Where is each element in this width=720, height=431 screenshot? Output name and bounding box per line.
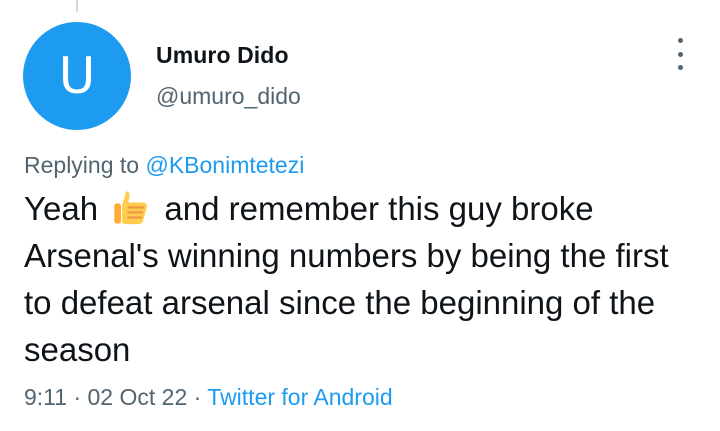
meta-separator: · — [73, 384, 82, 410]
tweet-date[interactable]: 02 Oct 22 — [88, 384, 188, 410]
replying-prefix: Replying to — [24, 152, 140, 178]
replying-to-line: Replying to @KBonimtetezi — [24, 152, 304, 179]
tweet-source-link[interactable]: Twitter for Android — [207, 384, 392, 410]
thumbs-up-emoji-icon — [114, 191, 148, 225]
meta-separator: · — [193, 384, 202, 410]
tweet-meta: 9:11 · 02 Oct 22 · Twitter for Android — [24, 384, 393, 411]
avatar-letter: U — [58, 47, 96, 105]
thread-connector-line — [76, 0, 78, 12]
author-handle[interactable]: @umuro_dido — [156, 83, 301, 110]
author-name[interactable]: Umuro Dido — [156, 42, 289, 69]
dot — [677, 38, 683, 43]
avatar[interactable]: U — [23, 22, 131, 130]
tweet-text: Yeah and remember this guy broke Arsenal… — [24, 185, 704, 373]
tweet-text-start: Yeah — [24, 190, 99, 227]
more-vertical-icon[interactable] — [668, 36, 692, 72]
tweet-time[interactable]: 9:11 — [24, 384, 67, 410]
reply-target-link[interactable]: @KBonimtetezi — [145, 152, 304, 178]
dot — [677, 51, 683, 57]
dot — [677, 65, 683, 70]
